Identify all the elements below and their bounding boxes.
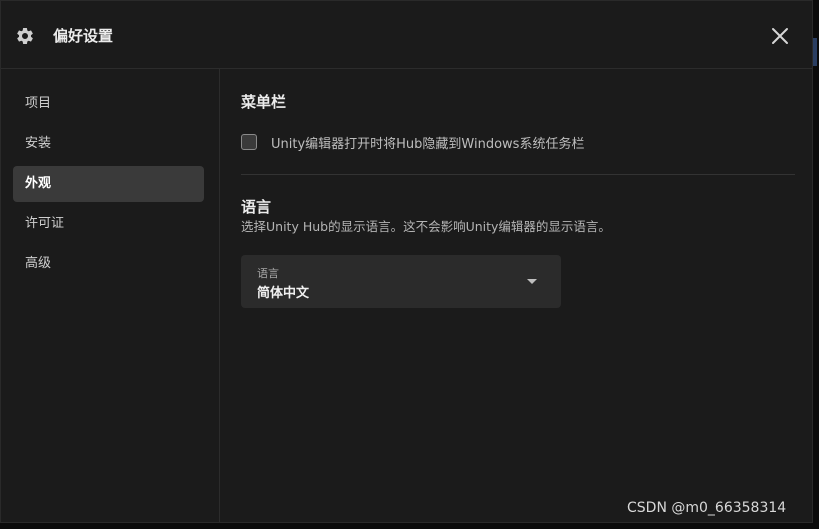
hide-to-tray-checkbox[interactable] — [241, 134, 257, 150]
menubar-section-title: 菜单栏 — [241, 93, 287, 111]
language-description: 选择Unity Hub的显示语言。这不会影响Unity编辑器的显示语言。 — [241, 219, 611, 234]
close-icon[interactable] — [769, 25, 791, 47]
gear-icon — [17, 27, 33, 44]
watermark: CSDN @m0_66358314 — [627, 500, 787, 516]
language-select[interactable]: 语言 简体中文 — [241, 255, 561, 308]
sidebar-item-advanced[interactable]: 高级 — [13, 246, 204, 282]
language-select-value: 简体中文 — [257, 286, 310, 301]
hide-to-tray-option[interactable]: Unity编辑器打开时将Hub隐藏到Windows系统任务栏 — [241, 132, 584, 152]
section-divider — [241, 174, 795, 175]
background-strip-bottom — [0, 523, 819, 529]
sidebar-item-installs[interactable]: 安装 — [13, 126, 204, 162]
chevron-down-icon — [527, 279, 537, 284]
preferences-window: 偏好设置 项目 安装 外观 许可证 高级 菜单栏 Unity编辑器打开时将Hub… — [0, 0, 813, 523]
main-panel: 菜单栏 Unity编辑器打开时将Hub隐藏到Windows系统任务栏 语言 选择… — [221, 69, 812, 522]
sidebar-item-licenses[interactable]: 许可证 — [13, 206, 204, 242]
header: 偏好设置 — [1, 1, 812, 69]
background-strip — [813, 0, 819, 529]
language-select-label: 语言 — [257, 267, 279, 280]
sidebar: 项目 安装 外观 许可证 高级 — [1, 69, 220, 522]
hide-to-tray-label: Unity编辑器打开时将Hub隐藏到Windows系统任务栏 — [271, 136, 585, 152]
sidebar-item-appearance[interactable]: 外观 — [13, 166, 204, 202]
language-section-title: 语言 — [241, 198, 272, 216]
page-title: 偏好设置 — [53, 27, 114, 45]
sidebar-item-projects[interactable]: 项目 — [13, 86, 204, 122]
background-accent — [813, 38, 817, 66]
